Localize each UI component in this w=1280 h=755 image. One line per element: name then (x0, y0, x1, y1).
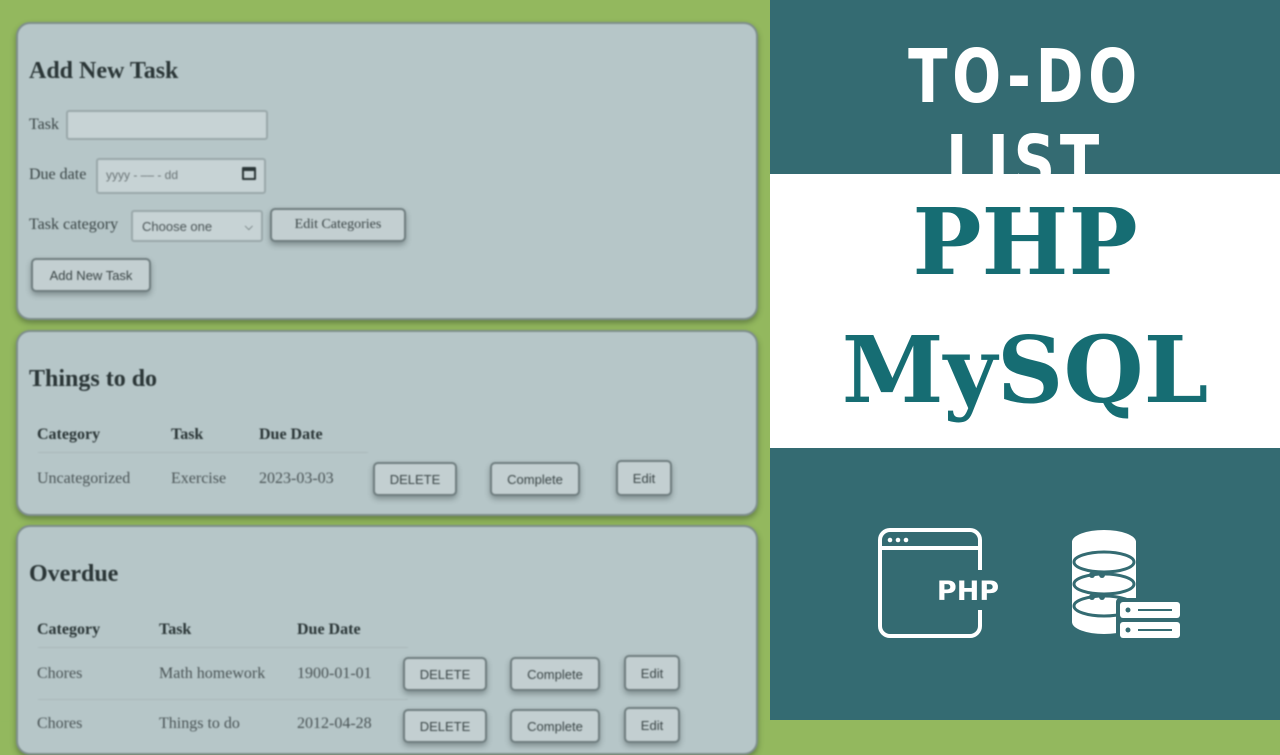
add-task-card: Add New Task Task Due date yyyy - ‒‒ - d… (16, 22, 758, 320)
delete-button[interactable]: DELETE (403, 709, 487, 743)
delete-button[interactable]: DELETE (373, 462, 457, 496)
row-category: Chores (37, 665, 83, 682)
table-divider (38, 699, 408, 700)
database-server-icon (1072, 530, 1182, 638)
column-header-category: Category (37, 426, 101, 443)
php-icon-text: PHP (937, 576, 999, 607)
due-date-label: Due date (29, 166, 87, 183)
table-divider (38, 647, 408, 648)
task-input[interactable] (66, 110, 268, 140)
things-to-do-card: Things to do Category Task Due Date Unca… (16, 330, 758, 516)
overdue-card: Overdue Category Task Due Date Chores Ma… (16, 525, 758, 755)
chevron-down-icon: ⌵ (244, 220, 253, 233)
complete-button[interactable]: Complete (510, 709, 600, 743)
edit-button[interactable]: Edit (624, 655, 680, 691)
row-task: Exercise (171, 470, 227, 487)
column-header-due-date: Due Date (259, 426, 323, 443)
browser-php-icon: PHP (878, 528, 1000, 638)
row-due-date: 2012-04-28 (297, 715, 372, 732)
edit-categories-button[interactable]: Edit Categories (270, 208, 406, 242)
banner-panel: TO-DO LIST PHP MySQL PHP (770, 0, 1280, 720)
add-task-heading: Add New Task (29, 58, 179, 84)
complete-button[interactable]: Complete (490, 462, 580, 496)
delete-button[interactable]: DELETE (403, 657, 487, 691)
add-new-task-button[interactable]: Add New Task (31, 258, 151, 292)
row-task: Math homework (159, 665, 266, 682)
things-to-do-heading: Things to do (29, 366, 158, 392)
category-select[interactable]: Choose one ⌵ (131, 210, 263, 242)
due-date-input[interactable]: yyyy - ‒‒ - dd (96, 158, 266, 194)
complete-button[interactable]: Complete (510, 657, 600, 691)
overdue-heading: Overdue (29, 561, 119, 587)
task-label: Task (29, 116, 59, 133)
table-divider (38, 452, 368, 453)
edit-button[interactable]: Edit (616, 460, 672, 496)
banner-white-band: PHP MySQL (770, 174, 1280, 448)
column-header-task: Task (171, 426, 204, 443)
column-header-task: Task (159, 621, 192, 638)
column-header-due-date: Due Date (297, 621, 361, 638)
banner-php-text: PHP (912, 188, 1138, 296)
row-category: Chores (37, 715, 83, 732)
row-task: Things to do (159, 715, 240, 732)
row-due-date: 1900-01-01 (297, 665, 372, 682)
column-header-category: Category (37, 621, 101, 638)
row-due-date: 2023-03-03 (259, 470, 334, 487)
category-selected-value: Choose one (142, 219, 213, 234)
category-label: Task category (29, 216, 119, 233)
row-category: Uncategorized (37, 470, 131, 487)
due-date-placeholder: yyyy - ‒‒ - dd (106, 168, 179, 182)
banner-mysql-text: MySQL (841, 316, 1209, 424)
todo-app-screenshot: Add New Task Task Due date yyyy - ‒‒ - d… (0, 0, 770, 755)
edit-button[interactable]: Edit (624, 707, 680, 743)
calendar-icon[interactable] (242, 167, 256, 180)
